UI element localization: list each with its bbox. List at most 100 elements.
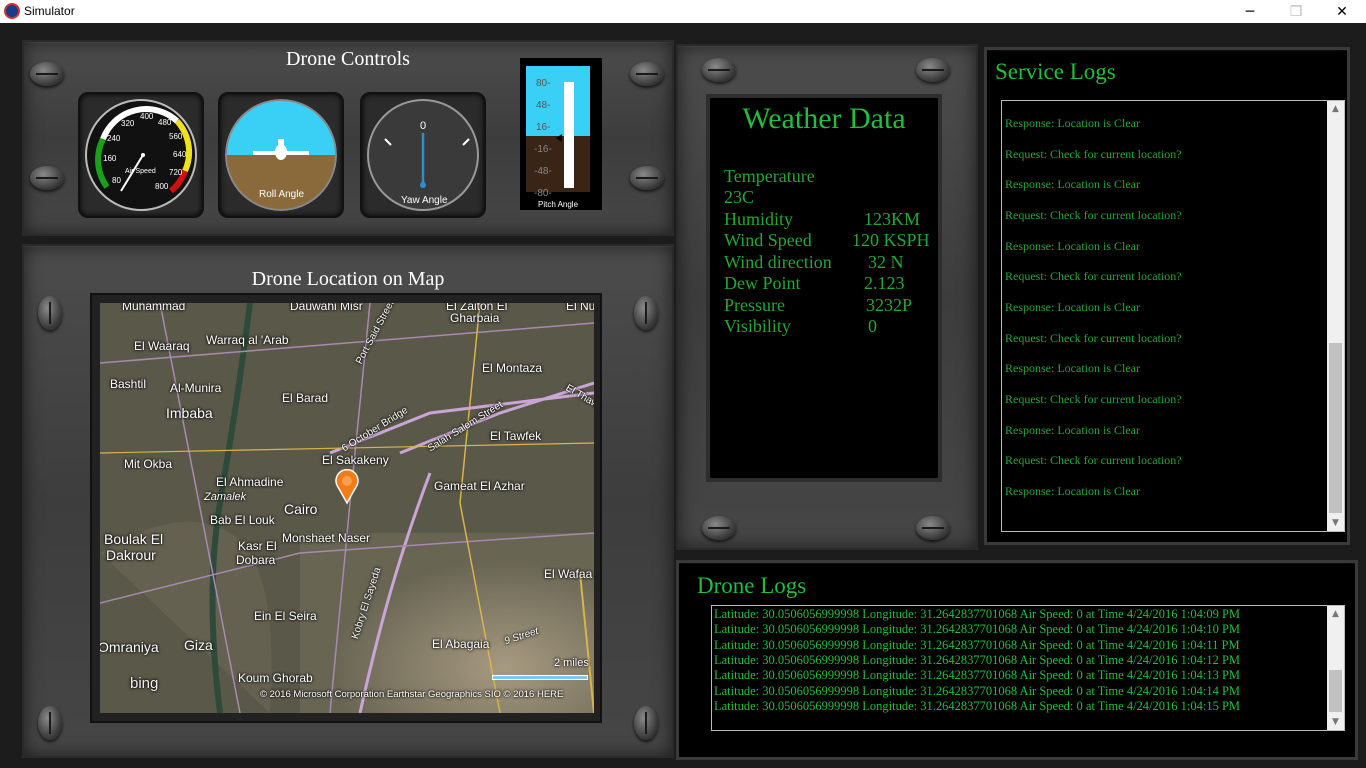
visibility-label: Visibility — [724, 316, 791, 336]
title-bar: Simulator ─ ❐ ✕ — [0, 0, 1366, 23]
screw-icon — [702, 58, 736, 82]
window-title: Simulator — [24, 4, 75, 18]
dew-point-value: 2.123 — [864, 273, 905, 293]
service-log-line: Response: Location is Clear — [1005, 116, 1140, 130]
service-log-line: Response: Location is Clear — [1005, 423, 1140, 437]
scroll-down-icon[interactable]: ▼ — [1327, 515, 1344, 531]
map-label: Bashtil — [110, 377, 147, 391]
service-logs-title: Service Logs — [995, 59, 1116, 84]
drone-logs-list[interactable]: Latitude: 30.0506056999998 Longitude: 31… — [711, 605, 1345, 731]
air-speed-tick: 160 — [103, 154, 117, 163]
map-label: Al-Munira — [170, 381, 222, 395]
wind-direction-label: Wind direction — [724, 252, 832, 272]
air-speed-tick: 400 — [140, 112, 154, 121]
map-label: Dobara — [236, 553, 276, 567]
air-speed-gauge: 80 160 240 320 400 480 560 640 720 800 A… — [78, 92, 204, 218]
air-speed-dial: 80 160 240 320 400 480 560 640 720 800 A… — [85, 99, 197, 211]
screw-icon — [634, 706, 658, 740]
dew-point-label: Dew Point — [724, 273, 801, 293]
scroll-up-icon[interactable]: ▲ — [1327, 101, 1344, 117]
service-log-line: Request: Check for current location? — [1005, 392, 1182, 406]
map-label: Mit Okba — [124, 457, 173, 471]
map-label: Zamalek — [204, 491, 247, 503]
visibility-value: 0 — [868, 316, 877, 336]
service-logs-panel: Service Logs Response: Location is Clear… — [984, 47, 1350, 545]
screw-icon — [916, 516, 950, 540]
yaw-angle-gauge: 0 Yaw Angle — [360, 92, 486, 218]
air-speed-label: Air Speed — [125, 168, 156, 175]
pitch-tick: 80- — [536, 78, 550, 89]
humidity-label: Humidity — [724, 209, 794, 229]
map-label: El Waaraq — [134, 339, 190, 353]
service-logs-scrollbar[interactable]: ▲ ▼ — [1327, 101, 1344, 531]
roll-angle-dial: Roll Angle — [225, 99, 337, 211]
scrollbar-thumb[interactable] — [1329, 670, 1342, 712]
map-label: Koum Ghorab — [238, 671, 313, 685]
drone-log-line: Latitude: 30.0506056999998 Longitude: 31… — [714, 668, 1241, 682]
pitch-angle-gauge: 80- 48- 16- -16- -48- -80- Pitch Angle — [520, 58, 602, 210]
drone-log-line: Latitude: 30.0506056999998 Longitude: 31… — [714, 638, 1240, 652]
air-speed-tick: 80 — [112, 176, 121, 185]
map-label: Ein El Seira — [254, 609, 317, 623]
service-log-line: Response: Location is Clear — [1005, 361, 1140, 375]
map-copyright: © 2016 Microsoft Corporation Earthstar G… — [260, 689, 564, 700]
yaw-angle-dial: 0 Yaw Angle — [367, 99, 479, 211]
drone-logs-title: Drone Logs — [697, 573, 807, 598]
service-logs-list[interactable]: Response: Location is Clear Request: Che… — [1001, 100, 1345, 532]
map-label: Gameat El Azhar — [434, 479, 525, 493]
service-log-line: Request: Check for current location? — [1005, 269, 1182, 283]
screw-icon — [38, 296, 62, 330]
maximize-button[interactable]: ❐ — [1273, 0, 1319, 23]
drone-logs-scrollbar[interactable]: ▲ ▼ — [1327, 606, 1344, 730]
map-label: Gharbaia — [450, 311, 500, 325]
map-label: El Wafaa — [544, 567, 593, 581]
map-label: Muhammad — [122, 303, 186, 313]
drone-log-line: Latitude: 30.0506056999998 Longitude: 31… — [714, 607, 1241, 621]
screw-icon — [916, 58, 950, 82]
roll-angle-label: Roll Angle — [259, 189, 304, 200]
weather-display: Weather Data Temperature 23C Humidity 12… — [706, 94, 942, 482]
service-log-line: Request: Check for current location? — [1005, 147, 1182, 161]
service-log-line: Request: Check for current location? — [1005, 208, 1182, 222]
pressure-value: 3232P — [866, 295, 913, 315]
temperature-label: Temperature — [724, 166, 815, 186]
screw-icon — [702, 516, 736, 540]
screw-icon — [30, 166, 64, 190]
minimize-button[interactable]: ─ — [1227, 0, 1273, 23]
scroll-up-icon[interactable]: ▲ — [1327, 606, 1344, 622]
pressure-label: Pressure — [724, 295, 785, 315]
close-button[interactable]: ✕ — [1319, 0, 1365, 23]
screw-icon — [634, 296, 658, 330]
weather-title: Weather Data — [742, 102, 906, 135]
map-label: Warraq al 'Arab — [206, 333, 289, 347]
yaw-angle-label: Yaw Angle — [401, 195, 448, 206]
map-frame: Muhammad Dauwahi Misr El Zaiton El Gharb… — [90, 293, 602, 723]
service-log-line: Response: Location is Clear — [1005, 484, 1140, 498]
service-log-line: Response: Location is Clear — [1005, 239, 1140, 253]
map-scale-bar — [492, 675, 588, 680]
map-title: Drone Location on Map — [251, 268, 445, 290]
air-speed-tick: 800 — [155, 182, 169, 191]
service-log-line: Request: Check for current location? — [1005, 331, 1182, 345]
scroll-down-icon[interactable]: ▼ — [1327, 714, 1344, 730]
drone-log-line: Latitude: 30.0506056999998 Longitude: 31… — [714, 699, 1241, 713]
service-log-line: Request: Check for current location? — [1005, 453, 1182, 467]
air-speed-tick: 720 — [169, 168, 183, 177]
humidity-value: 123KM — [864, 209, 921, 229]
map-view[interactable]: Muhammad Dauwahi Misr El Zaiton El Gharb… — [100, 303, 594, 713]
map-label: Bab El Louk — [210, 513, 275, 527]
air-speed-tick: 640 — [173, 150, 187, 159]
scrollbar-thumb[interactable] — [1329, 343, 1342, 513]
location-pin-icon[interactable] — [334, 469, 360, 505]
pitch-tick: -16- — [534, 144, 552, 155]
drone-log-line: Latitude: 30.0506056999998 Longitude: 31… — [714, 622, 1241, 636]
drone-log-line: Latitude: 30.0506056999998 Longitude: 31… — [714, 653, 1241, 667]
map-label: Dauwahi Misr — [290, 303, 363, 313]
wind-speed-label: Wind Speed — [724, 230, 812, 250]
pitch-tick: 48- — [536, 100, 550, 111]
drone-log-line: Latitude: 30.0506056999998 Longitude: 31… — [714, 684, 1241, 698]
map-label: Boulak El — [104, 531, 164, 547]
map-label: Monshaet Naser — [282, 531, 371, 545]
map-label: El Abagaia — [432, 637, 490, 651]
pitch-tick: 16- — [536, 122, 550, 133]
